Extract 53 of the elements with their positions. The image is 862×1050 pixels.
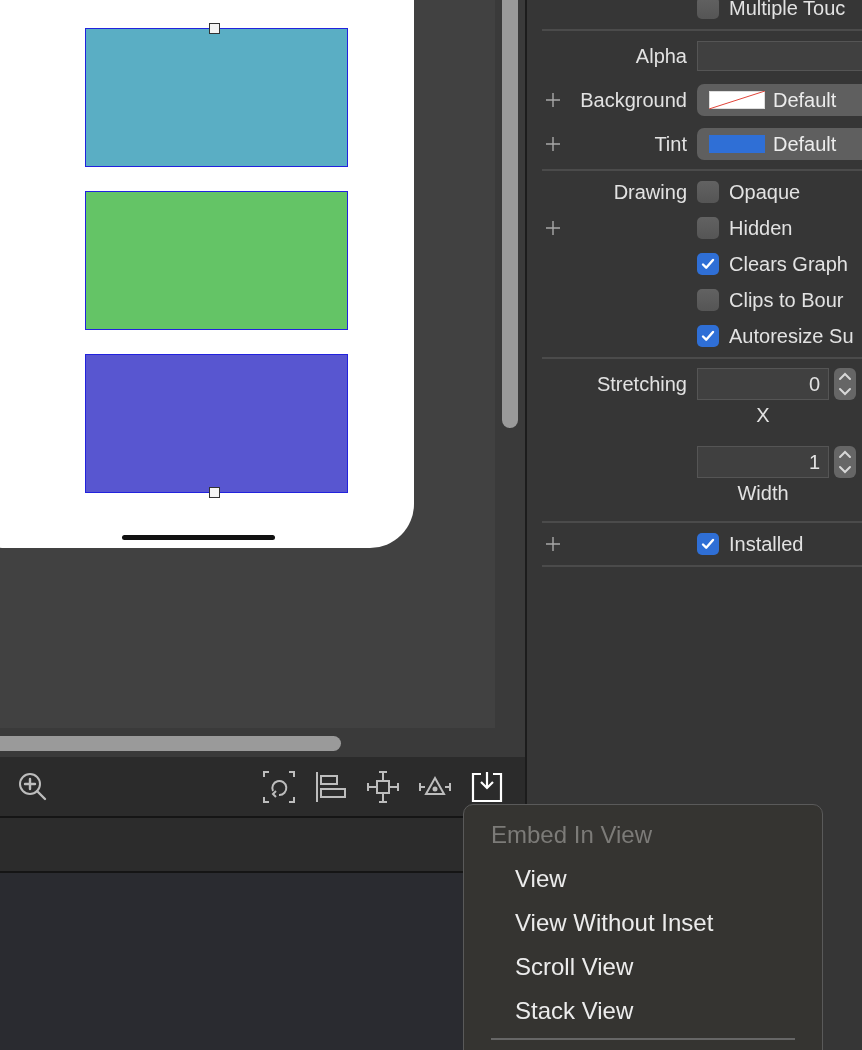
menu-header: Embed In View [490, 821, 653, 850]
checkbox[interactable] [697, 253, 719, 275]
menu-item[interactable]: View [464, 865, 822, 909]
checkbox[interactable] [697, 289, 719, 311]
property-label: Alpha [635, 44, 687, 67]
checkbox[interactable] [697, 181, 719, 203]
checkbox-label: Autoresize Su [729, 324, 854, 348]
menu-item[interactable]: Scroll View [464, 953, 822, 997]
plus-icon[interactable] [546, 537, 560, 551]
resize-handle[interactable] [209, 23, 220, 34]
horizontal-scrollbar[interactable] [0, 736, 341, 751]
number-field[interactable]: 0 [697, 368, 829, 400]
zoom-in-icon[interactable] [18, 771, 48, 802]
checkbox[interactable] [697, 217, 719, 239]
align-icon[interactable] [315, 770, 347, 803]
menu-item[interactable]: View Without Inset [464, 909, 822, 953]
clear-swatch-icon [709, 91, 765, 109]
checkbox[interactable] [697, 325, 719, 347]
checkbox-label: Installed [729, 532, 804, 556]
property-label: Background [580, 88, 687, 111]
colored-view[interactable] [85, 191, 348, 330]
field-caption: X [755, 404, 771, 427]
property-label: Tint [654, 132, 687, 155]
checkmark-icon [700, 328, 716, 344]
embed-in-icon[interactable] [471, 770, 503, 803]
checkbox-label: Clears Graph [729, 252, 848, 276]
property-label: Stretching [596, 373, 687, 395]
checkbox-label: Hidden [729, 216, 793, 240]
vertical-scrollbar[interactable] [502, 0, 518, 428]
checkbox-label: Multiple Touc [729, 0, 846, 20]
property-label: Drawing [613, 180, 687, 203]
colored-view[interactable] [85, 28, 348, 167]
menu-item[interactable]: Stack View [464, 997, 822, 1041]
number-field[interactable]: 1 [697, 446, 829, 478]
color-popup[interactable]: Default [697, 84, 862, 116]
field-caption: Width [736, 482, 790, 505]
checkmark-icon [700, 536, 716, 552]
stepper[interactable] [834, 368, 856, 400]
stepper[interactable] [834, 446, 856, 478]
checkbox[interactable] [697, 0, 719, 19]
plus-icon[interactable] [546, 221, 560, 235]
checkmark-icon [700, 256, 716, 272]
checkbox[interactable] [697, 533, 719, 555]
plus-icon[interactable] [546, 137, 560, 151]
pin-constraints-icon[interactable] [367, 770, 399, 803]
alpha-field[interactable] [697, 41, 862, 71]
update-frames-icon[interactable] [263, 770, 295, 803]
checkbox-label: Opaque [729, 180, 801, 204]
color-popup[interactable]: Default [697, 128, 862, 160]
resize-handle[interactable] [209, 487, 220, 498]
checkbox-label: Clips to Bour [729, 288, 844, 312]
colored-view[interactable] [85, 354, 348, 493]
plus-icon[interactable] [546, 93, 560, 107]
